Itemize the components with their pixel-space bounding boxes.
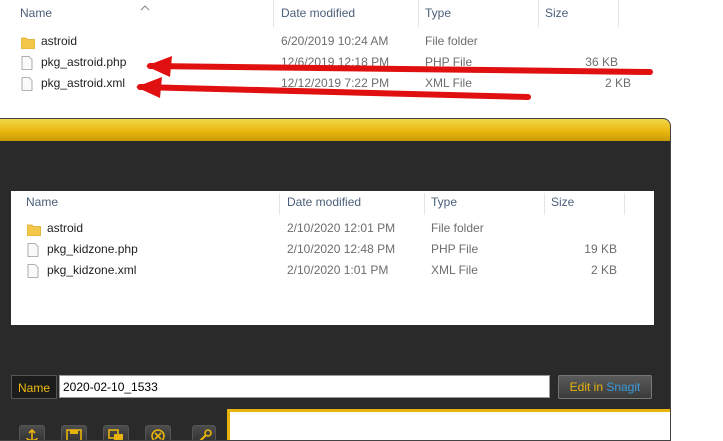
- file-row: astroid 2/10/2020 12:01 PM File folder: [26, 218, 627, 239]
- file-date: 12/12/2019 7:22 PM: [281, 76, 390, 90]
- column-divider[interactable]: [418, 0, 419, 27]
- column-header-name: Name: [26, 195, 59, 209]
- captured-image: Name Date modified Type Size astroid 2/1…: [11, 191, 654, 325]
- file-row[interactable]: pkg_astroid.xml 12/12/2019 7:22 PM XML F…: [21, 73, 631, 94]
- folder-icon: [26, 222, 42, 237]
- edit-in-snagit-button[interactable]: Edit in Snagit: [558, 375, 652, 399]
- column-header-name[interactable]: Name: [20, 0, 52, 27]
- sort-chevron-icon: [140, 0, 150, 11]
- file-type: File folder: [425, 34, 478, 48]
- explorer-file-list: Name Date modified Type Size astroid 6/2…: [0, 0, 723, 118]
- file-icon: [21, 56, 35, 70]
- file-type: PHP File: [425, 55, 473, 69]
- file-name: astroid: [41, 34, 78, 48]
- column-header-size: Size: [551, 195, 575, 209]
- save-button[interactable]: [61, 425, 87, 440]
- file-size: 2 KB: [590, 263, 617, 277]
- file-date: 12/6/2019 12:18 PM: [281, 55, 390, 69]
- column-header-date[interactable]: Date modified: [281, 0, 355, 27]
- file-row[interactable]: astroid 6/20/2019 10:24 AM File folder: [20, 31, 621, 52]
- snagit-brand-label: Snagit: [606, 380, 641, 394]
- file-name: pkg_astroid.xml: [41, 76, 126, 90]
- file-size: 19 KB: [584, 242, 617, 256]
- column-divider: [624, 193, 625, 215]
- file-type: XML File: [431, 263, 478, 277]
- side-panel-edge: [227, 409, 670, 440]
- snagit-preview-window: Name Date modified Type Size astroid 2/1…: [0, 118, 671, 441]
- file-type: XML File: [425, 76, 472, 90]
- edit-label: Edit in: [569, 380, 607, 394]
- file-date: 2/10/2020 12:48 PM: [287, 242, 396, 256]
- column-header-size[interactable]: Size: [545, 0, 568, 27]
- file-icon: [27, 264, 41, 278]
- file-name: pkg_astroid.php: [41, 55, 127, 69]
- column-header-type: Type: [431, 195, 458, 209]
- column-divider[interactable]: [618, 0, 619, 27]
- file-name: pkg_kidzone.php: [47, 242, 138, 256]
- column-header-type[interactable]: Type: [425, 0, 451, 27]
- file-type: PHP File: [431, 242, 479, 256]
- window-title-bar[interactable]: [0, 119, 670, 141]
- file-name: pkg_kidzone.xml: [47, 263, 137, 277]
- column-divider[interactable]: [273, 0, 274, 27]
- share-button[interactable]: [19, 425, 45, 440]
- file-row[interactable]: pkg_astroid.php 12/6/2019 12:18 PM PHP F…: [21, 52, 621, 73]
- file-size: 36 KB: [585, 55, 618, 69]
- copy-button[interactable]: [103, 425, 129, 440]
- tools-button[interactable]: [192, 425, 216, 440]
- column-divider: [544, 193, 545, 215]
- file-row: pkg_kidzone.xml 2/10/2020 1:01 PM XML Fi…: [27, 260, 627, 281]
- file-size: 2 KB: [604, 76, 631, 90]
- file-icon: [21, 77, 35, 91]
- file-type: File folder: [431, 221, 484, 235]
- file-date: 6/20/2019 10:24 AM: [281, 34, 389, 48]
- column-divider[interactable]: [538, 0, 539, 27]
- column-divider: [424, 193, 425, 215]
- column-divider: [279, 193, 280, 215]
- file-name: astroid: [47, 221, 84, 235]
- delete-button[interactable]: [145, 425, 171, 440]
- file-date: 2/10/2020 1:01 PM: [287, 263, 389, 277]
- name-label: Name: [11, 375, 57, 399]
- folder-icon: [20, 35, 36, 50]
- file-row: pkg_kidzone.php 2/10/2020 12:48 PM PHP F…: [27, 239, 627, 260]
- file-icon: [27, 243, 41, 257]
- column-header-date: Date modified: [287, 195, 362, 209]
- file-date: 2/10/2020 12:01 PM: [287, 221, 396, 235]
- capture-name-input[interactable]: [59, 375, 550, 398]
